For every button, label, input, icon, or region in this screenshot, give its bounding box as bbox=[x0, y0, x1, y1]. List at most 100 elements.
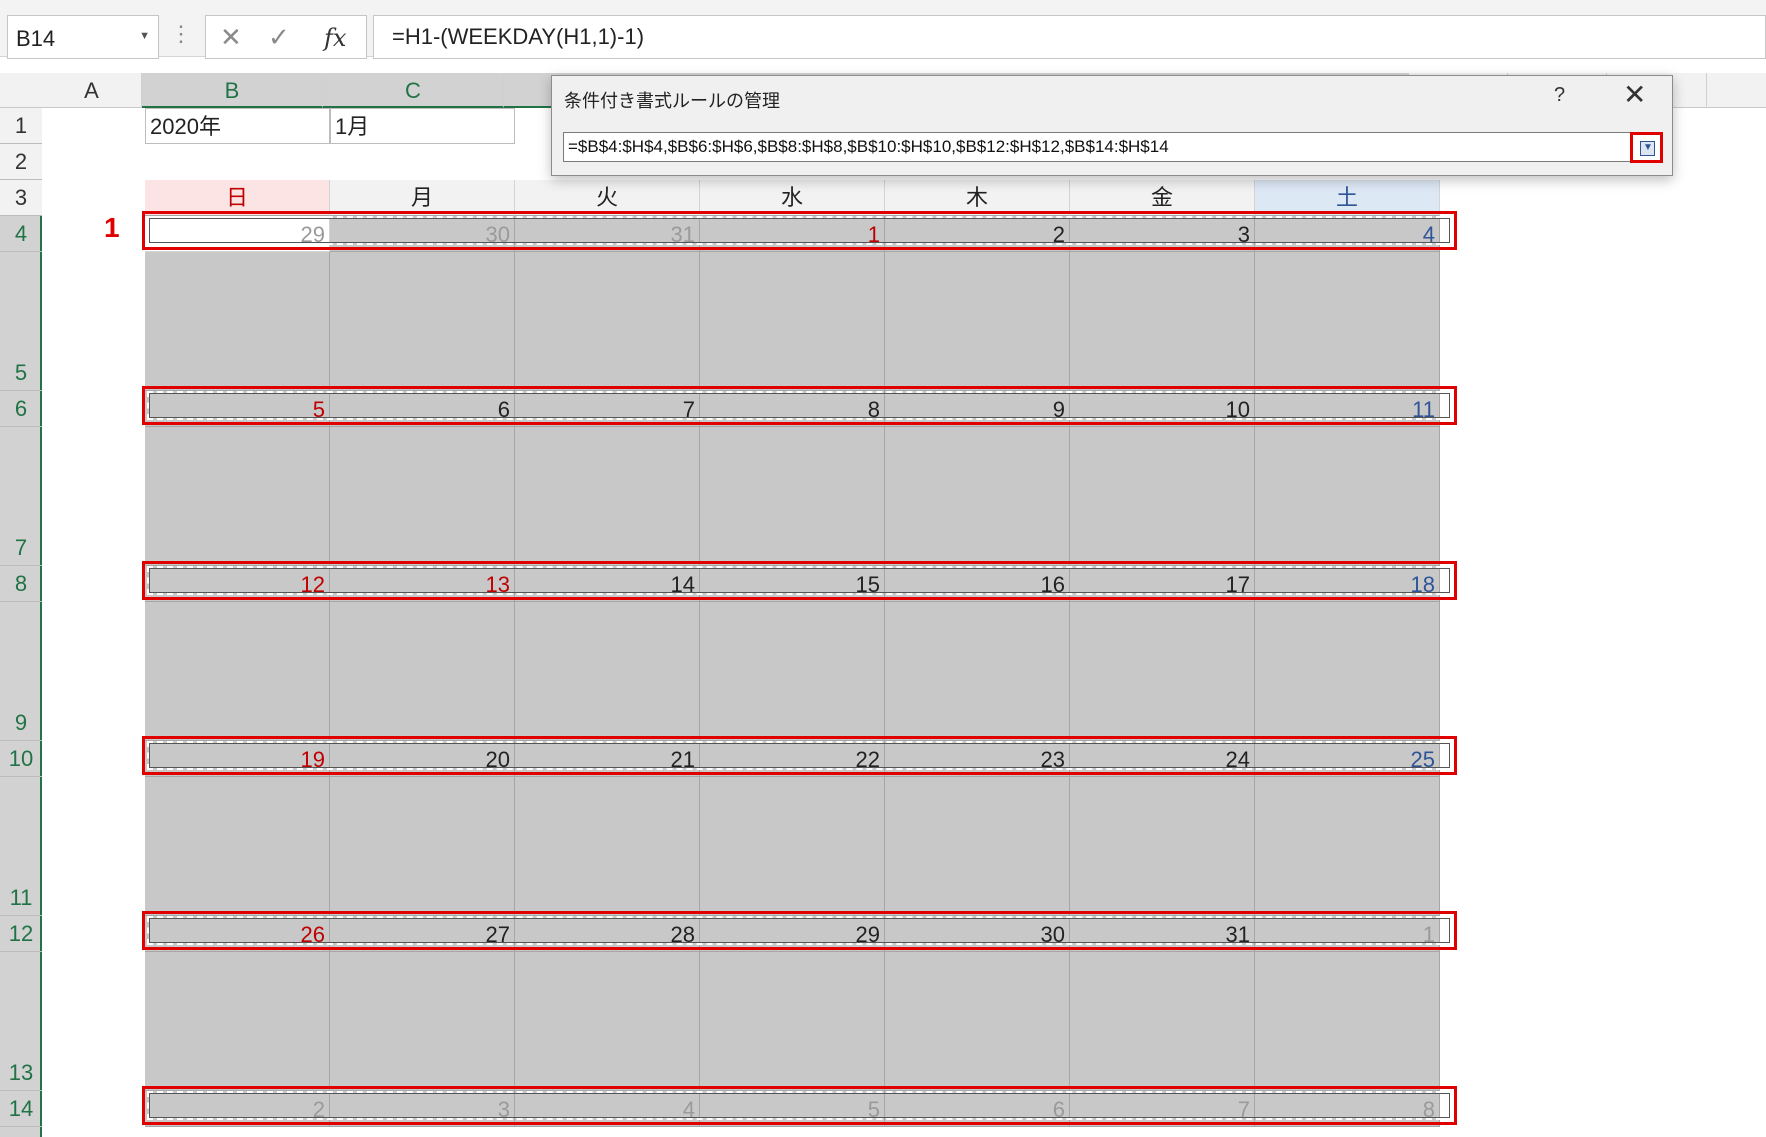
schedule-cell[interactable] bbox=[515, 252, 700, 391]
schedule-cell[interactable] bbox=[1255, 952, 1440, 1091]
close-icon[interactable]: ✕ bbox=[1623, 78, 1646, 111]
schedule-cell[interactable] bbox=[515, 952, 700, 1091]
schedule-cell[interactable] bbox=[700, 952, 885, 1091]
schedule-cell[interactable] bbox=[1255, 427, 1440, 566]
cancel-icon[interactable]: ✕ bbox=[220, 22, 242, 53]
schedule-cell[interactable] bbox=[885, 252, 1070, 391]
conditional-format-dialog: 条件付き書式ルールの管理 ? ✕ =$B$4:$H$4,$B$6:$H$6,$B… bbox=[551, 75, 1673, 176]
row-header[interactable]: 14 bbox=[0, 1091, 42, 1127]
formula-text: =H1-(WEEKDAY(H1,1)-1) bbox=[392, 24, 645, 49]
selection-border bbox=[147, 741, 1452, 770]
selection-border bbox=[147, 1091, 1452, 1120]
row-header[interactable]: 1 bbox=[0, 108, 42, 144]
row-header-bar: 1 2 3 4 5 6 7 8 9 10 11 12 13 14 bbox=[0, 108, 42, 1137]
schedule-cell[interactable] bbox=[515, 777, 700, 916]
schedule-cell[interactable] bbox=[145, 602, 330, 741]
row-number: 2 bbox=[14, 149, 28, 174]
column-header-a[interactable]: A bbox=[42, 73, 142, 108]
highlight-week-6 bbox=[142, 1086, 1457, 1125]
schedule-cell[interactable] bbox=[885, 602, 1070, 741]
row-header[interactable]: 9 bbox=[0, 602, 42, 741]
schedule-cell[interactable] bbox=[515, 427, 700, 566]
schedule-cell[interactable] bbox=[1070, 602, 1255, 741]
schedule-cell[interactable] bbox=[700, 602, 885, 741]
column-header-c[interactable]: C bbox=[323, 73, 504, 108]
row-header[interactable]: 13 bbox=[0, 952, 42, 1091]
column-header-b[interactable]: B bbox=[142, 73, 323, 108]
formula-input[interactable]: =H1-(WEEKDAY(H1,1)-1) bbox=[373, 15, 1766, 59]
row-number: 6 bbox=[14, 396, 28, 421]
schedule-cell[interactable] bbox=[885, 427, 1070, 566]
more-options-icon[interactable]: ⋮ bbox=[170, 20, 192, 48]
schedule-cell[interactable] bbox=[145, 777, 330, 916]
name-box-value: B14 bbox=[16, 26, 56, 51]
range-input-value: =$B$4:$H$4,$B$6:$H$6,$B$8:$H$8,$B$10:$H$… bbox=[568, 137, 1169, 156]
row-number: 12 bbox=[8, 921, 34, 946]
row-number: 7 bbox=[14, 535, 28, 560]
schedule-cell[interactable] bbox=[330, 427, 515, 566]
row-header[interactable]: 12 bbox=[0, 916, 42, 952]
range-input[interactable]: =$B$4:$H$4,$B$6:$H$6,$B$8:$H$8,$B$10:$H$… bbox=[563, 132, 1644, 162]
row-header[interactable]: 10 bbox=[0, 741, 42, 777]
row-number: 9 bbox=[14, 710, 28, 735]
schedule-cell[interactable] bbox=[330, 777, 515, 916]
formula-buttons: ✕ ✓ fx bbox=[205, 15, 367, 59]
schedule-cell[interactable] bbox=[700, 252, 885, 391]
cell-year[interactable]: 2020年 bbox=[145, 108, 330, 144]
expand-icon: ▼ bbox=[1640, 141, 1655, 156]
schedule-cell[interactable] bbox=[515, 602, 700, 741]
enter-icon[interactable]: ✓ bbox=[268, 22, 290, 53]
row-header[interactable]: 6 bbox=[0, 391, 42, 427]
row-number: 11 bbox=[9, 885, 33, 910]
schedule-cell[interactable] bbox=[330, 252, 515, 391]
chevron-down-icon[interactable]: ▼ bbox=[139, 30, 150, 42]
row-number: 3 bbox=[14, 185, 28, 210]
schedule-cell[interactable] bbox=[885, 952, 1070, 1091]
name-box[interactable]: B14 ▼ bbox=[7, 15, 159, 59]
schedule-cell[interactable] bbox=[145, 952, 330, 1091]
highlight-week-3 bbox=[142, 561, 1457, 600]
highlight-week-5 bbox=[142, 911, 1457, 950]
row-header[interactable]: 2 bbox=[0, 144, 42, 180]
row-header[interactable]: 5 bbox=[0, 252, 42, 391]
row-number: 8 bbox=[14, 571, 28, 596]
schedule-cell[interactable] bbox=[145, 427, 330, 566]
row-header[interactable]: 8 bbox=[0, 566, 42, 602]
schedule-cell[interactable] bbox=[145, 252, 330, 391]
highlight-week-4 bbox=[142, 736, 1457, 775]
schedule-cell[interactable] bbox=[1070, 777, 1255, 916]
schedule-cell[interactable] bbox=[330, 602, 515, 741]
row-number: 1 bbox=[14, 113, 28, 138]
highlight-week-1 bbox=[142, 211, 1457, 250]
schedule-cell[interactable] bbox=[1070, 427, 1255, 566]
schedule-cell[interactable] bbox=[700, 777, 885, 916]
schedule-cell[interactable] bbox=[1255, 602, 1440, 741]
row-number: 10 bbox=[8, 746, 34, 771]
selection-border bbox=[147, 216, 1452, 245]
help-button[interactable]: ? bbox=[1554, 84, 1565, 107]
schedule-cell[interactable] bbox=[1070, 952, 1255, 1091]
row-number: 5 bbox=[14, 360, 28, 385]
schedule-cell[interactable] bbox=[1255, 252, 1440, 391]
row-header[interactable]: 7 bbox=[0, 427, 42, 566]
cell-month[interactable]: 1月 bbox=[330, 108, 515, 144]
row-number: 14 bbox=[8, 1096, 34, 1121]
selection-border bbox=[147, 566, 1452, 595]
expand-dialog-button[interactable]: ▼ bbox=[1630, 132, 1663, 163]
schedule-cell[interactable] bbox=[700, 427, 885, 566]
dialog-title: 条件付き書式ルールの管理 bbox=[564, 91, 780, 111]
row-header[interactable]: 3 bbox=[0, 180, 42, 216]
row-header[interactable]: 4 bbox=[0, 216, 42, 252]
highlight-week-2 bbox=[142, 386, 1457, 425]
row-number: 4 bbox=[14, 221, 28, 246]
schedule-cell[interactable] bbox=[1070, 252, 1255, 391]
schedule-cell[interactable] bbox=[330, 952, 515, 1091]
selection-border bbox=[147, 916, 1452, 945]
row-header[interactable]: 11 bbox=[0, 777, 42, 916]
schedule-cell[interactable] bbox=[1255, 777, 1440, 916]
selection-border bbox=[147, 391, 1452, 420]
schedule-cell[interactable] bbox=[885, 777, 1070, 916]
step-marker-1: 1 bbox=[104, 212, 120, 243]
insert-function-icon[interactable]: fx bbox=[324, 24, 346, 52]
arrow-down-icon: ▼ bbox=[1643, 142, 1653, 153]
